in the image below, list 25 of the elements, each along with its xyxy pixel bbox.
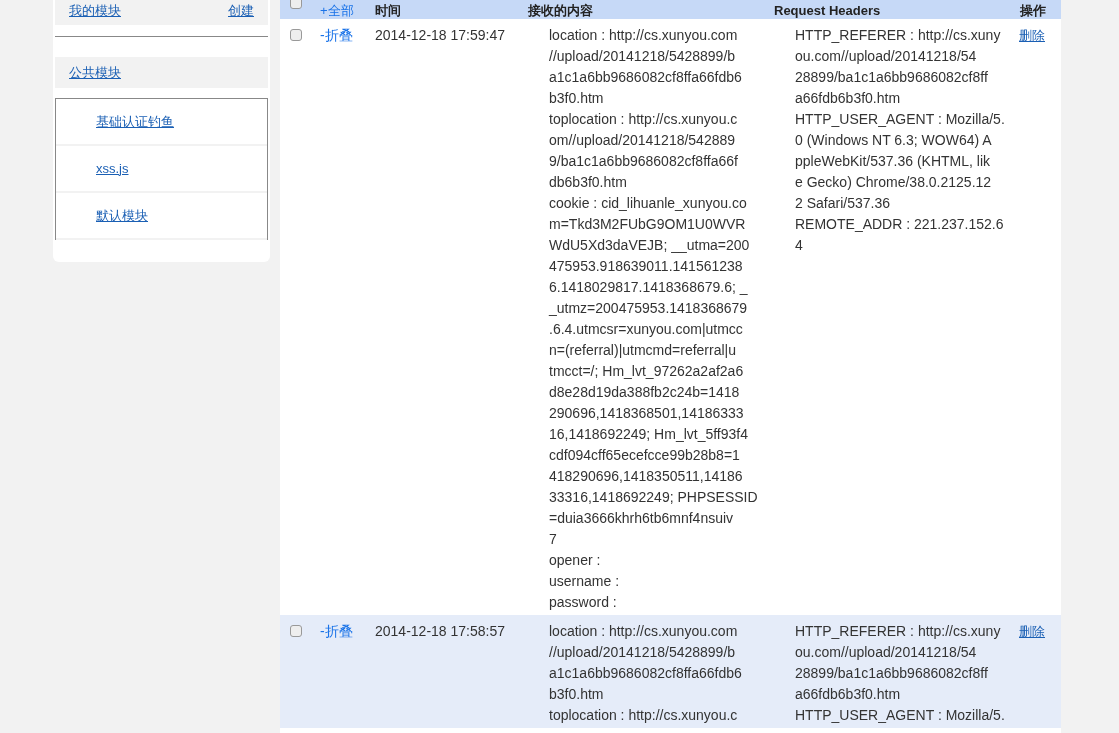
sidebar-link[interactable]: 我的模块 — [69, 4, 121, 17]
table-row[interactable] — [280, 615, 1061, 728]
delete-link[interactable]: 删除 — [1019, 624, 1045, 639]
checkbox[interactable] — [290, 625, 302, 637]
checkbox[interactable] — [290, 0, 302, 9]
expand-all-link[interactable]: +全部 — [320, 3, 354, 18]
column-header: Request Headers — [774, 3, 881, 18]
table-cell: 2014-12-18 17:58:57 — [375, 623, 505, 639]
table-cell-text: HTTP_REFERER : http://cs.xuny ou.com//upload/20141218/54 28899/ba1c1a6bb9686082cf8ff a66fdb6b3f0.htm HTTP_USER_AGENT : Mozilla/5. — [795, 622, 1005, 725]
collapse-link[interactable]: -折叠 — [320, 623, 353, 639]
create-link[interactable]: 创建 — [228, 4, 254, 17]
table-cell-text: location : http://cs.xunyou.com //upload/20141218/5428899/b a1c1a6bb9686082cf8ffa66fdb6 b3f0.htm toplocation : http://cs.xunyou.c om//upload/20141218/542889 9/ba1c1a6bb9686082cf8ffa66f db6b3f0.htm cookie : cid_lihuanle_xunyou.co m=Tkd3M2FUbG9OM1U0WVR WdU5Xd3daVEJB; __utma=200 475953.918639011.141561238 6.1418029817.1418368679.6; _ _utmz=200475953.1418368679 .6.4.utmcsr=xunyou.com|utmcc n=(referral)|utmcmd=referral|u tmcct=/; Hm_lvt_97262a2af2a6 d8e28d19da388fb2c24b=1418 290696,1418368501,14186333 16,1418692249; Hm_lvt_5ff93f4 cdf094cff65ecefcce99b28b8=1 418290696,1418350511,14186 33316,1418692249; PHPSESSID =duia3666khrh6tb6mnf4nsuiv 7 opener : username : password : — [549, 26, 758, 612]
column-header: 时间 — [375, 3, 401, 18]
collapse-link[interactable]: -折叠 — [320, 27, 353, 43]
column-header: 操作 — [1020, 3, 1046, 18]
checkbox[interactable] — [290, 29, 302, 41]
module-link[interactable]: 基础认证钓鱼 — [96, 111, 174, 132]
delete-link[interactable]: 删除 — [1019, 28, 1045, 43]
module-link[interactable]: 默认模块 — [96, 205, 148, 226]
column-header: 接收的内容 — [528, 3, 593, 18]
table-cell: 2014-12-18 17:59:47 — [375, 27, 505, 43]
sidebar-link[interactable]: 公共模块 — [69, 62, 121, 83]
module-link[interactable]: xss.js — [96, 158, 129, 179]
table-cell-text: location : http://cs.xunyou.com //upload/20141218/5428899/b a1c1a6bb9686082cf8ffa66fdb6 b3f0.htm toplocation : http://cs.xunyou.c — [549, 622, 742, 725]
table-cell-text: HTTP_REFERER : http://cs.xuny ou.com//upload/20141218/54 28899/ba1c1a6bb9686082cf8ff a66fdb6b3f0.htm HTTP_USER_AGENT : Mozilla/5. 0 (Windows NT 6.3; WOW64) A ppleWebKit/537.36 (KHTML, lik e Gecko) Chrome/38.0.2125.12 2 Safari/537.36 REMOTE_ADDR : 221.237.152.6 4 — [795, 26, 1005, 255]
